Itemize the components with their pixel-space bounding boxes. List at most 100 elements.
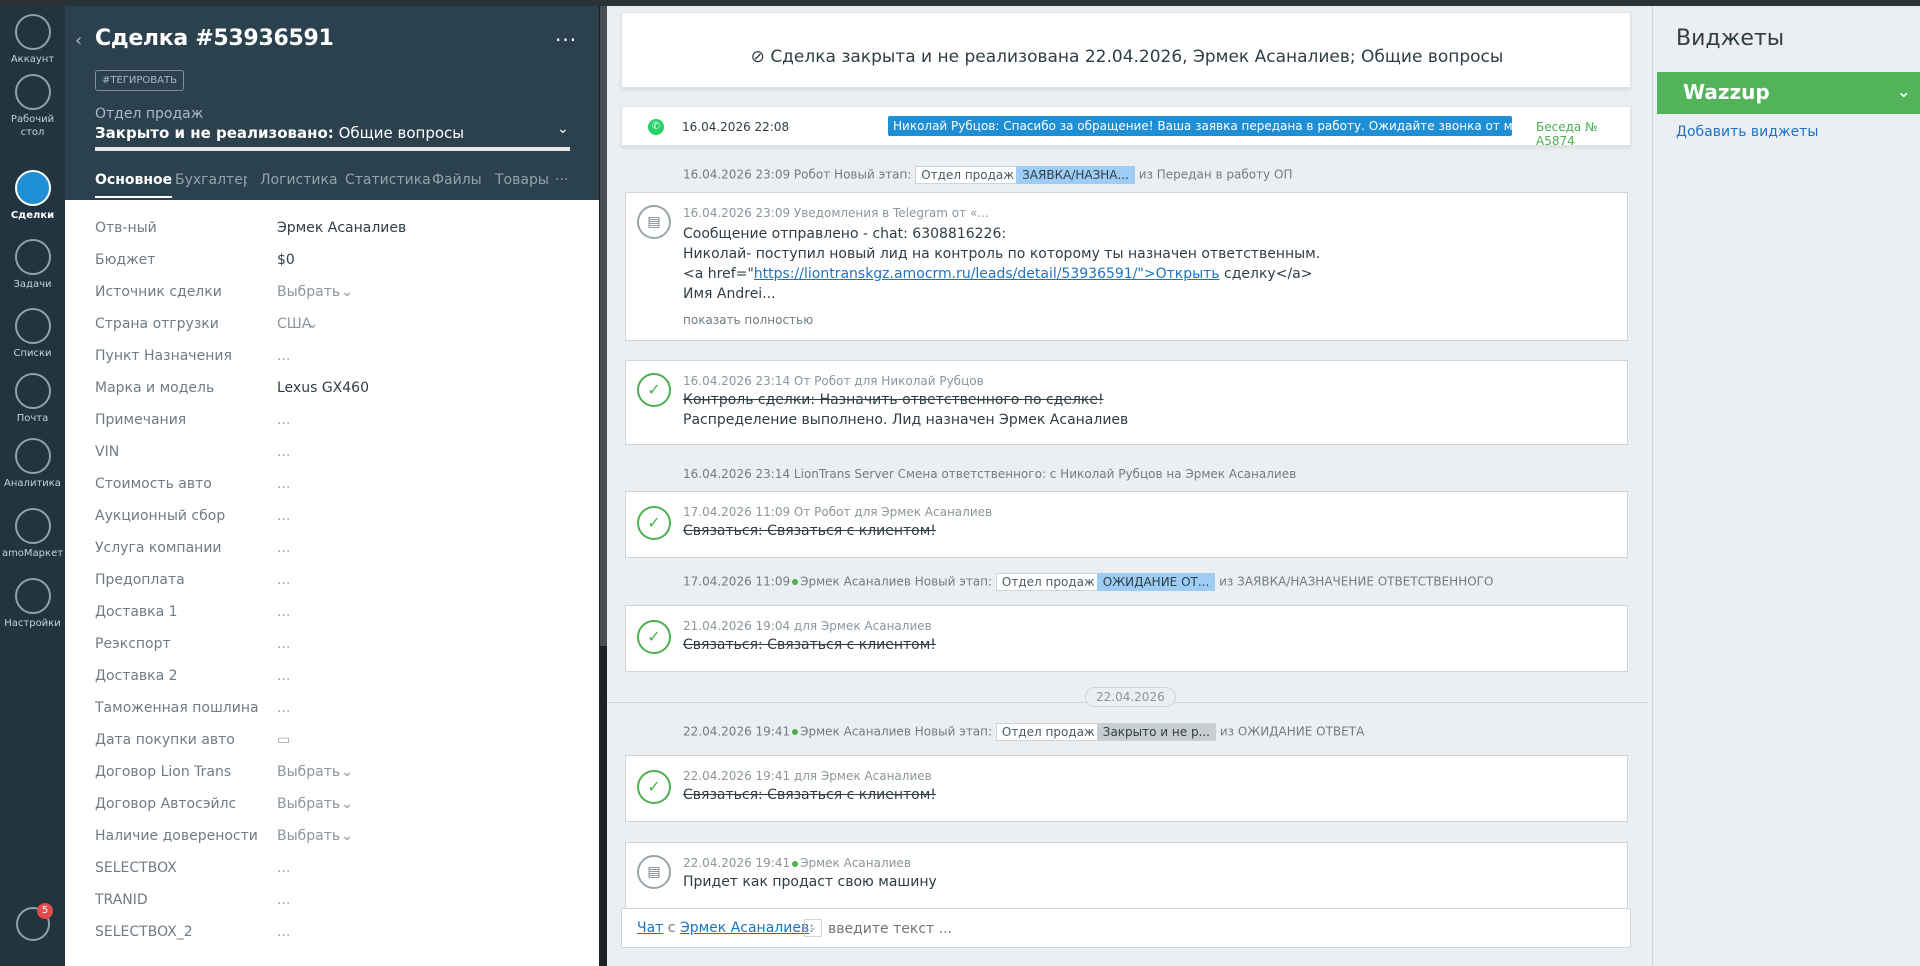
nav-mail[interactable]: Почта	[0, 373, 65, 425]
conversation-link[interactable]: Беседа № A5874	[1536, 120, 1630, 148]
tab-main[interactable]: Основное	[95, 172, 173, 198]
pipeline-chip: Отдел продаж	[915, 166, 1021, 184]
main-nav: Аккаунт Рабочий стол Сделки Задачи Списк…	[0, 6, 65, 966]
blocked-icon: ⊘	[750, 47, 765, 67]
field-label: Договор Lion Trans	[95, 764, 232, 780]
field-value[interactable]: ...	[277, 444, 290, 460]
chat-type-link[interactable]: Чат	[637, 920, 663, 936]
message-preview[interactable]: Николай Рубцов: Спасибо за обращение! Ва…	[888, 116, 1512, 136]
field-row: Доставка 2...	[65, 662, 599, 694]
notifications-button[interactable]: 5	[0, 903, 65, 941]
note-meta: 22.04.2026 19:41 Эрмек Асаналиев	[683, 856, 911, 870]
tab-statistics[interactable]: Статистика	[345, 172, 431, 188]
note-text: <a href="	[683, 266, 754, 282]
field-value[interactable]: ...	[277, 604, 290, 620]
check-icon[interactable]: ✓	[637, 373, 671, 407]
field-value[interactable]: ...	[277, 572, 290, 588]
field-label: Отв-ный	[95, 220, 157, 236]
add-widgets-link[interactable]: Добавить виджеты	[1676, 124, 1818, 140]
field-value[interactable]: ▭	[277, 732, 290, 748]
nav-label: Настройки	[4, 618, 61, 629]
field-label: SELECTBOX	[95, 860, 177, 876]
status-select[interactable]: Закрыто и не реализовано: Общие вопросы	[95, 124, 464, 142]
market-icon	[14, 508, 51, 544]
field-value[interactable]: ...	[277, 636, 290, 652]
field-value[interactable]: ...	[277, 700, 290, 716]
tab-files[interactable]: Файлы	[432, 172, 482, 188]
task-item: ✓ 22.04.2026 19:41 для Эрмек Асаналиев С…	[625, 755, 1628, 822]
field-row: Стоимость авто...	[65, 470, 599, 502]
nav-tasks[interactable]: Задачи	[0, 239, 65, 291]
nav-dashboard[interactable]: Рабочий стол	[0, 74, 65, 139]
field-value[interactable]: Lexus GX460	[277, 380, 369, 396]
nav-settings[interactable]: Настройки	[0, 578, 65, 630]
show-more-link[interactable]: показать полностью	[683, 313, 813, 327]
field-label: Аукционный сбор	[95, 508, 226, 524]
nav-account[interactable]: Аккаунт	[0, 14, 65, 66]
field-row: Страна отгрузки США ⌄	[65, 310, 599, 342]
stage-from: из Передан в работу ОП	[1138, 167, 1293, 182]
field-value[interactable]: ...	[277, 412, 290, 428]
check-icon[interactable]: ✓	[637, 770, 671, 804]
nav-market[interactable]: amoМаркет	[0, 508, 65, 560]
field-value[interactable]: $0	[277, 252, 295, 268]
document-icon: ▤	[637, 855, 671, 889]
field-value[interactable]: Эрмек Асаналиев	[277, 220, 406, 236]
whatsapp-last-message[interactable]: ✆ 16.04.2026 22:08 Николай Рубцов: Спаси…	[621, 106, 1631, 148]
field-value[interactable]: ...	[277, 476, 290, 492]
deal-header: ‹ Сделка #53936591 ··· #ТЕГИРОВАТЬ Отдел…	[65, 6, 599, 200]
chevron-down-icon[interactable]: ⌄	[804, 919, 822, 937]
nav-lists[interactable]: Списки	[0, 308, 65, 360]
chat-contact-link[interactable]: Эрмек Асаналиев	[680, 920, 809, 936]
deal-scrollbar[interactable]	[600, 6, 607, 646]
field-select[interactable]: Выбрать	[277, 284, 340, 300]
field-row: Аукционный сбор...	[65, 502, 599, 534]
deal-title[interactable]: Сделка #53936591	[95, 26, 334, 51]
field-value[interactable]: ...	[277, 892, 290, 908]
tasks-icon	[14, 239, 51, 275]
field-label: Реэкспорт	[95, 636, 171, 652]
chevron-down-icon: ⌄	[306, 316, 319, 332]
more-icon[interactable]: ···	[555, 28, 577, 52]
note-time: 22.04.2026 19:41	[683, 856, 791, 870]
wazzup-label: Wazzup	[1683, 80, 1770, 104]
nav-label: Почта	[16, 413, 49, 424]
tab-accounting[interactable]: Бухгалтер	[175, 172, 247, 188]
nav-label: Аналитика	[4, 478, 61, 489]
field-value[interactable]: ...	[277, 860, 290, 876]
chevron-down-icon[interactable]: ⌄	[557, 121, 569, 137]
field-label: Предоплата	[95, 572, 185, 588]
tag-button[interactable]: #ТЕГИРОВАТЬ	[95, 70, 184, 91]
field-value[interactable]: ...	[277, 508, 290, 524]
check-icon[interactable]: ✓	[637, 506, 671, 540]
field-select[interactable]: Выбрать	[277, 828, 340, 844]
tabs-more-icon[interactable]: ···	[555, 172, 568, 188]
stage-from: из ЗАЯВКА/НАЗНАЧЕНИЕ ОТВЕТСТВЕННОГО	[1219, 574, 1494, 589]
chat-input[interactable]	[828, 919, 1608, 939]
event-time: 17.04.2026 11:09	[683, 574, 791, 589]
dashboard-icon	[14, 74, 51, 110]
task-item: ✓ 16.04.2026 23:14 От Робот для Николай …	[625, 360, 1628, 445]
nav-deals[interactable]: Сделки	[0, 170, 65, 222]
field-label: Стоимость авто	[95, 476, 212, 492]
field-value[interactable]: ...	[277, 348, 290, 364]
field-select[interactable]: Выбрать	[277, 796, 340, 812]
deal-link[interactable]: https://liontranskgz.amocrm.ru/leads/det…	[754, 266, 1220, 282]
field-select[interactable]: Выбрать	[277, 764, 340, 780]
tab-products[interactable]: Товары	[495, 172, 549, 188]
field-row: Марка и модель Lexus GX460	[65, 374, 599, 406]
field-label: Страна отгрузки	[95, 316, 219, 332]
chevron-down-icon: ⌄	[341, 284, 353, 300]
field-row: TRANID...	[65, 886, 599, 918]
field-value[interactable]: ...	[277, 668, 290, 684]
field-label: SELECTBOX_2	[95, 924, 193, 940]
status-reason: Общие вопросы	[338, 124, 465, 142]
wazzup-widget[interactable]: Wazzup ⌄	[1657, 72, 1920, 114]
check-icon[interactable]: ✓	[637, 620, 671, 654]
tab-logistics[interactable]: Логистика	[260, 172, 338, 188]
chevron-left-icon[interactable]: ‹	[75, 30, 82, 51]
field-value[interactable]: ...	[277, 540, 290, 556]
nav-analytics[interactable]: Аналитика	[0, 438, 65, 490]
field-value[interactable]: ...	[277, 924, 290, 940]
field-row: Предоплата...	[65, 566, 599, 598]
